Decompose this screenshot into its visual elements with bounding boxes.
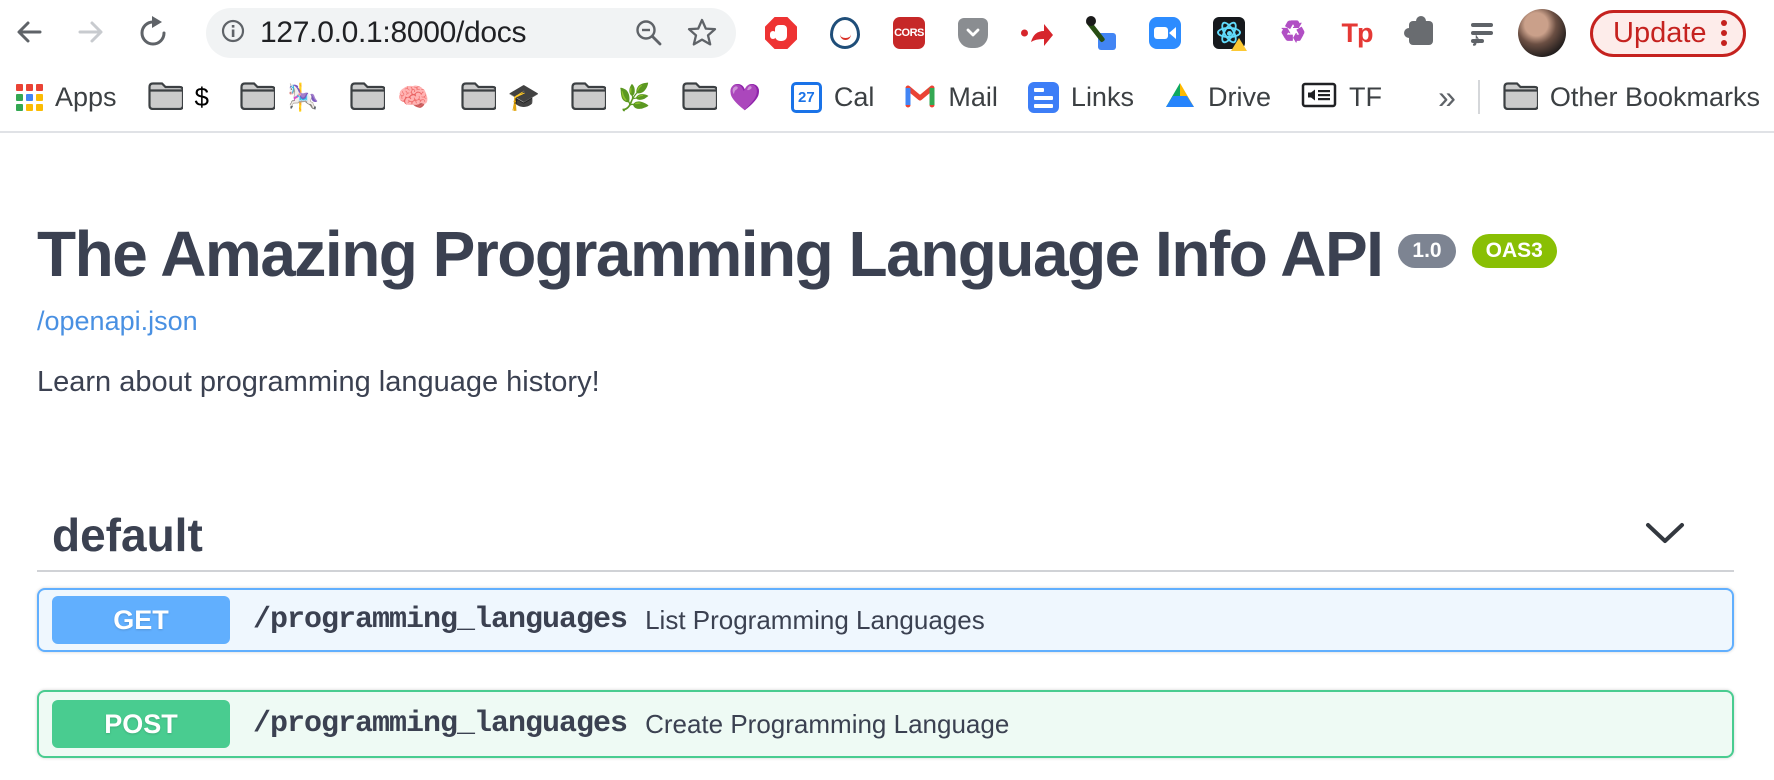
- gmail-icon: [904, 82, 936, 113]
- cors-extension-icon[interactable]: CORS: [892, 16, 926, 50]
- calendar-icon: 27: [791, 82, 822, 113]
- purple-heart-emoji: 💜: [729, 84, 761, 110]
- tf-card-icon: [1301, 81, 1337, 114]
- bookmark-drive[interactable]: Drive: [1164, 81, 1271, 114]
- links-doc-icon: [1028, 82, 1059, 113]
- react-devtools-extension-icon[interactable]: [1212, 16, 1246, 50]
- carousel-horse-emoji: 🎠: [287, 84, 319, 110]
- update-button[interactable]: Update: [1590, 10, 1746, 57]
- bookmarks-divider: [1478, 80, 1480, 114]
- bookmark-apps[interactable]: Apps: [16, 82, 117, 113]
- folder-icon: [681, 80, 717, 115]
- eyedropper-extension-icon[interactable]: [1084, 16, 1118, 50]
- chevron-down-icon[interactable]: [1644, 520, 1686, 551]
- dollar-glyph: $: [195, 84, 209, 110]
- operation-summary: List Programming Languages: [645, 605, 985, 636]
- version-badge: 1.0: [1398, 234, 1455, 268]
- forward-icon: [74, 15, 108, 52]
- folder-icon: [570, 80, 606, 115]
- operation-path: /programming_languages: [253, 603, 627, 637]
- folder-icon: [1502, 80, 1538, 115]
- bookmark-tf[interactable]: TF: [1301, 81, 1382, 114]
- operation-row-get[interactable]: GET /programming_languages List Programm…: [37, 588, 1734, 652]
- oas3-badge: OAS3: [1472, 234, 1557, 268]
- forward-button[interactable]: [74, 16, 108, 50]
- profile-avatar[interactable]: [1518, 9, 1566, 57]
- bookmark-folder-purple-heart[interactable]: 💜: [681, 80, 761, 115]
- herb-emoji: 🌿: [618, 84, 650, 110]
- operation-path: /programming_languages: [253, 707, 627, 741]
- bookmark-calendar[interactable]: 27 Cal: [791, 82, 875, 113]
- back-button[interactable]: [12, 16, 46, 50]
- api-description: Learn about programming language history…: [37, 366, 600, 399]
- reload-button[interactable]: [136, 16, 170, 50]
- back-icon: [12, 15, 46, 52]
- url-text: 127.0.0.1:8000/docs: [260, 16, 614, 50]
- update-label: Update: [1613, 17, 1707, 50]
- page-info-icon[interactable]: [220, 18, 246, 49]
- graduation-cap-emoji: 🎓: [508, 84, 540, 110]
- bookmarks-overflow-chevron[interactable]: »: [1438, 81, 1456, 113]
- folder-icon: [147, 80, 183, 115]
- address-bar[interactable]: 127.0.0.1:8000/docs: [206, 8, 736, 58]
- pocket-extension-icon[interactable]: [956, 16, 990, 50]
- brain-emoji: 🧠: [397, 84, 429, 110]
- other-bookmarks[interactable]: Other Bookmarks: [1502, 80, 1760, 115]
- folder-icon: [239, 80, 275, 115]
- zoom-indicator-icon[interactable]: [634, 18, 664, 48]
- browser-toolbar: 127.0.0.1:8000/docs CORS: [0, 0, 1774, 66]
- bookmark-folder-herb[interactable]: 🌿: [570, 80, 650, 115]
- tag-section-header[interactable]: default: [37, 500, 1734, 572]
- bookmark-folder-graduation[interactable]: 🎓: [460, 80, 540, 115]
- page-title: The Amazing Programming Language Info AP…: [37, 218, 1382, 292]
- browser-menu-kebab-icon[interactable]: [1721, 20, 1727, 46]
- bookmark-folder-brain[interactable]: 🧠: [349, 80, 429, 115]
- zoom-video-extension-icon[interactable]: [1148, 16, 1182, 50]
- extensions-bar: CORS ♻ Tp ♪: [764, 16, 1502, 50]
- operation-summary: Create Programming Language: [645, 709, 1009, 740]
- music-playlist-extension-icon[interactable]: ♪: [1468, 16, 1502, 50]
- share-arrow-extension-icon[interactable]: [1020, 16, 1054, 50]
- folder-icon: [460, 80, 496, 115]
- folder-icon: [349, 80, 385, 115]
- browser-content-divider: [0, 131, 1774, 133]
- bookmark-star-icon[interactable]: [686, 17, 718, 49]
- bookmarks-right-group: » Other Bookmarks: [1438, 80, 1760, 115]
- stop-hand-extension-icon[interactable]: [764, 16, 798, 50]
- tp-extension-icon[interactable]: Tp: [1340, 16, 1374, 50]
- bookmark-folder-carousel[interactable]: 🎠: [239, 80, 319, 115]
- extensions-puzzle-icon[interactable]: [1404, 16, 1438, 50]
- bookmark-folder-dollar[interactable]: $: [147, 80, 209, 115]
- reload-icon: [136, 15, 170, 52]
- bookmark-links[interactable]: Links: [1028, 82, 1134, 113]
- bookmark-mail[interactable]: Mail: [904, 82, 998, 113]
- tag-name: default: [37, 508, 203, 562]
- api-title-row: The Amazing Programming Language Info AP…: [37, 218, 1557, 292]
- apps-grid-icon: [16, 84, 43, 111]
- drive-icon: [1164, 81, 1196, 114]
- bookmarks-left-group: Apps $ 🎠 🧠 🎓: [16, 80, 1382, 115]
- chat-bubble-extension-icon[interactable]: [828, 16, 862, 50]
- method-badge-get: GET: [52, 596, 230, 644]
- purple-recycle-extension-icon[interactable]: ♻: [1276, 16, 1310, 50]
- openapi-json-link[interactable]: /openapi.json: [37, 306, 198, 337]
- bookmarks-bar: Apps $ 🎠 🧠 🎓: [0, 66, 1774, 128]
- operations-list: GET /programming_languages List Programm…: [37, 588, 1734, 758]
- operation-row-post[interactable]: POST /programming_languages Create Progr…: [37, 690, 1734, 758]
- method-badge-post: POST: [52, 700, 230, 748]
